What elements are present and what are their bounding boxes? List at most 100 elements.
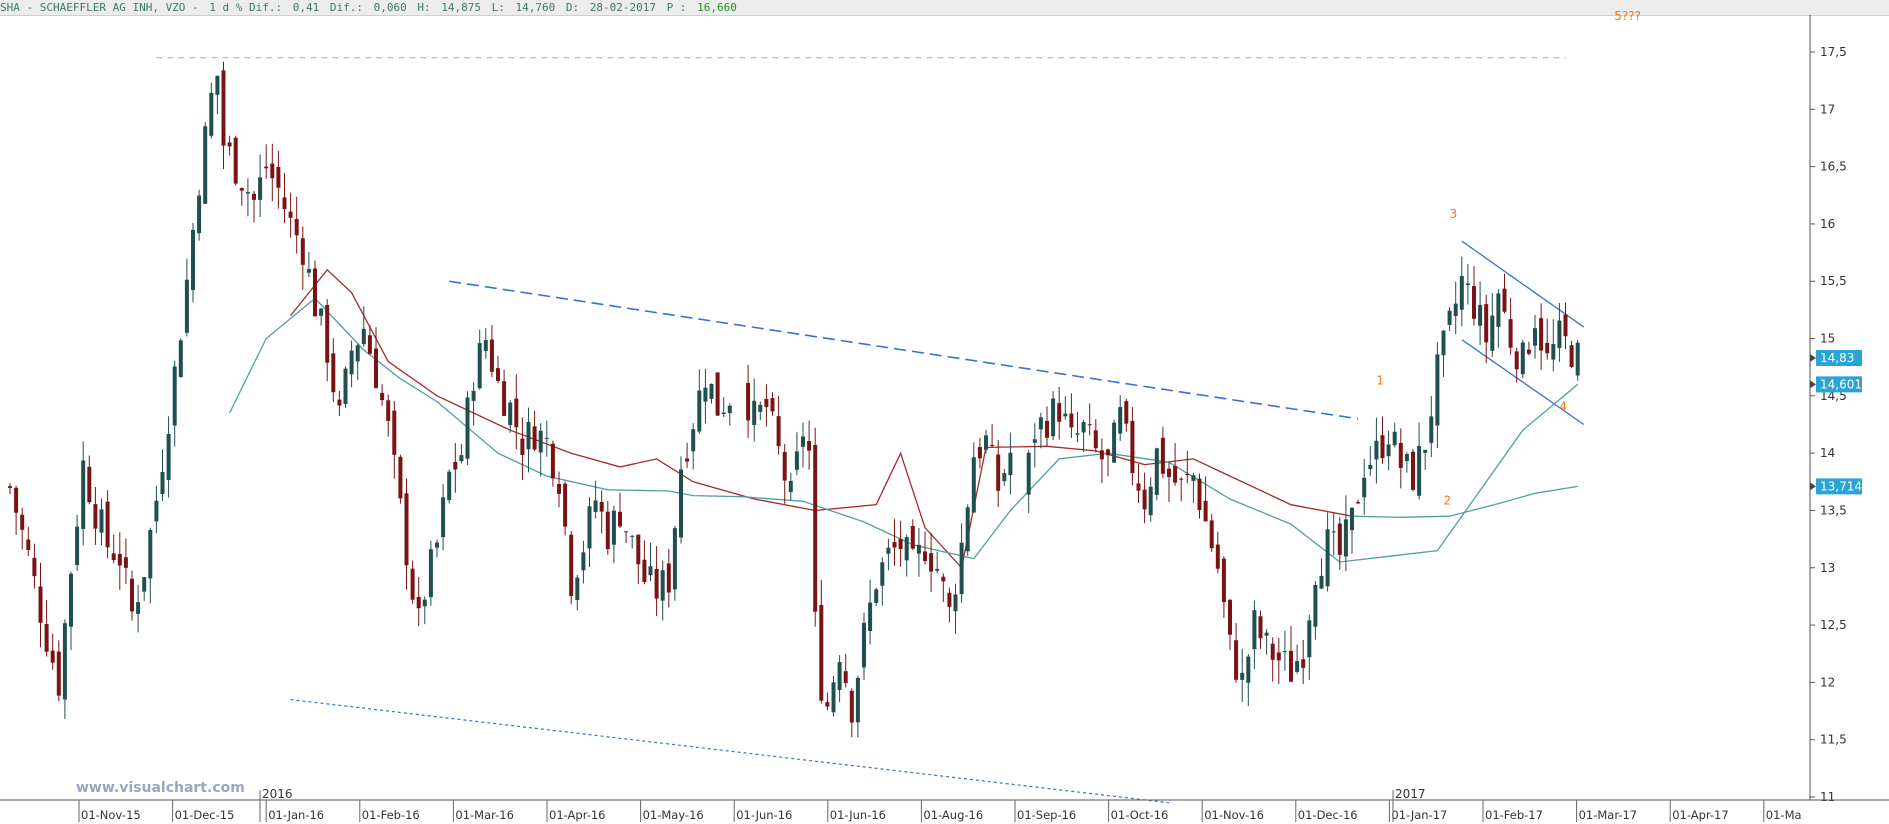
y-tick-label: 15,5 <box>1820 274 1847 288</box>
candle-body <box>422 599 427 607</box>
candle-body <box>1289 650 1293 682</box>
candle-body <box>764 398 769 408</box>
stock-chart[interactable]: 1111,51212,51313,51414,51515,51616,51717… <box>0 0 1889 824</box>
candle-body <box>20 514 25 530</box>
candle-body <box>50 650 55 663</box>
candle-body <box>1380 435 1385 459</box>
candle-body <box>550 443 555 479</box>
candle-body <box>44 624 49 652</box>
candle-body <box>1325 529 1330 587</box>
y-tick-label: 15 <box>1820 332 1835 346</box>
candle-body <box>1228 599 1232 635</box>
x-tick-label: 01-Apr-16 <box>549 808 605 822</box>
trendline-0 <box>449 280 1359 420</box>
x-tick-label: 01-Ma <box>1766 808 1802 822</box>
candle-body <box>1526 349 1531 354</box>
candle-body <box>770 398 775 412</box>
candle-body <box>239 188 244 191</box>
ma-long-line <box>229 297 1579 563</box>
candle-body <box>1081 422 1086 433</box>
candle-body <box>191 229 195 291</box>
candle-body <box>538 430 543 453</box>
candle-body <box>386 400 391 421</box>
candle-body <box>1252 610 1257 650</box>
candle-body <box>666 563 671 593</box>
candle-body <box>1514 351 1519 370</box>
candle-body <box>1459 276 1464 310</box>
candle-body <box>1130 420 1135 474</box>
x-tick-label: 01-Nov-15 <box>81 808 141 822</box>
candle-body <box>1118 407 1123 434</box>
candle-body <box>624 531 629 533</box>
candle-body <box>599 501 604 512</box>
candle-body <box>166 434 171 480</box>
candle-body <box>1575 342 1580 376</box>
candle-body <box>227 142 232 147</box>
candle-body <box>361 328 366 345</box>
candle-body <box>172 366 177 426</box>
candle-body <box>990 444 995 446</box>
price-label-text: 13,714 <box>1820 479 1862 493</box>
candle-body <box>648 566 653 576</box>
year-label: 2017 <box>1395 787 1426 801</box>
candle-body <box>654 568 659 599</box>
candle-body <box>1179 478 1184 480</box>
wave-annotation: 4 <box>1559 400 1567 414</box>
candle-body <box>392 410 397 455</box>
candle-body <box>178 340 183 378</box>
candle-body <box>1557 320 1562 348</box>
candle-body <box>703 387 708 402</box>
ma-short-line <box>290 268 1353 570</box>
x-tick-label: 01-Sep-16 <box>1017 808 1076 822</box>
year-label: 2016 <box>262 787 293 801</box>
candle-body <box>1075 433 1080 435</box>
candle-body <box>1203 500 1208 522</box>
candle-body <box>1484 304 1489 343</box>
trendline-1 <box>290 698 1170 804</box>
candle-body <box>496 368 500 381</box>
candle-body <box>831 682 836 713</box>
candle-body <box>685 458 690 462</box>
candle-body <box>953 594 958 612</box>
candle-body <box>904 537 909 561</box>
price-label-text: 14,83 <box>1820 351 1854 365</box>
candle-body <box>416 596 421 609</box>
candle-body <box>1124 401 1129 424</box>
candle-body <box>672 528 677 590</box>
candle-body <box>508 402 513 426</box>
candle-body <box>282 197 287 210</box>
x-tick-label: 01-Apr-17 <box>1672 808 1728 822</box>
candle-body <box>398 456 403 499</box>
candle-body <box>1563 314 1568 337</box>
candle-body <box>1160 437 1165 474</box>
candle-body <box>428 549 433 598</box>
candle-body <box>1453 303 1458 317</box>
candle-body <box>1496 293 1501 327</box>
candle-body <box>776 416 781 447</box>
candle-body <box>1246 656 1251 683</box>
price-label-pointer <box>1810 482 1816 491</box>
candle-body <box>1264 632 1269 636</box>
candle-body <box>746 382 751 421</box>
candle-body <box>136 602 141 614</box>
candle-body <box>916 544 921 554</box>
candle-body <box>1490 315 1495 351</box>
x-tick-label: 01-Jun-16 <box>736 808 792 822</box>
candle-body <box>1307 620 1312 658</box>
candle-body <box>1343 519 1348 557</box>
candle-body <box>410 568 415 600</box>
candle-body <box>1167 468 1171 478</box>
candle-body <box>160 472 165 495</box>
candle-body <box>691 429 696 452</box>
candle-body <box>605 511 610 550</box>
candle-body <box>331 353 336 393</box>
candle-body <box>1112 422 1117 463</box>
candle-body <box>947 592 952 607</box>
candle-body <box>99 509 104 533</box>
candle-body <box>459 455 464 462</box>
candle-body <box>1411 451 1415 490</box>
x-tick-label: 01-Feb-17 <box>1485 808 1543 822</box>
x-tick-label: 01-Oct-16 <box>1111 808 1169 822</box>
candle-body <box>276 166 281 188</box>
candle-body <box>984 435 988 450</box>
